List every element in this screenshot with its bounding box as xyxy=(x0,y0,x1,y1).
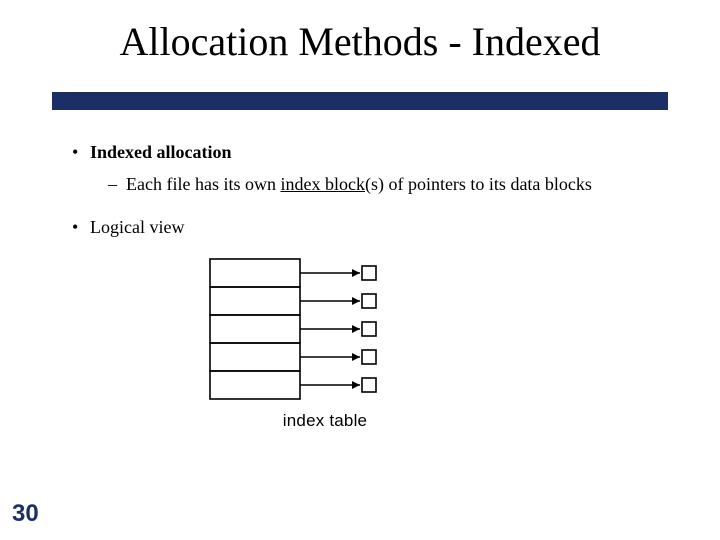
bullet-label: Indexed allocation xyxy=(90,142,232,162)
bullet-logical-view: •Logical view xyxy=(72,215,680,239)
slide: Allocation Methods - Indexed •Indexed al… xyxy=(0,0,720,540)
bullet-label: Logical view xyxy=(90,217,184,237)
page-number: 30 xyxy=(12,500,39,528)
bullet-dot-icon: • xyxy=(72,140,90,164)
subbullet-index-block: –Each file has its own index block(s) of… xyxy=(108,172,680,196)
index-table-svg xyxy=(200,254,450,409)
subbullet-text-underlined: index block xyxy=(280,174,364,194)
slide-title: Allocation Methods - Indexed xyxy=(0,18,720,65)
bullet-dash-icon: – xyxy=(108,172,126,196)
content-area: •Indexed allocation –Each file has its o… xyxy=(72,140,680,239)
title-underline-bar xyxy=(52,92,668,110)
bullet-dot-icon: • xyxy=(72,215,90,239)
index-table-diagram: index table xyxy=(200,254,450,434)
bullet-indexed-allocation: •Indexed allocation xyxy=(72,140,680,164)
subbullet-text-suffix: (s) of pointers to its data blocks xyxy=(365,174,592,194)
diagram-caption: index table xyxy=(200,411,450,431)
subbullet-text-prefix: Each file has its own xyxy=(126,174,280,194)
